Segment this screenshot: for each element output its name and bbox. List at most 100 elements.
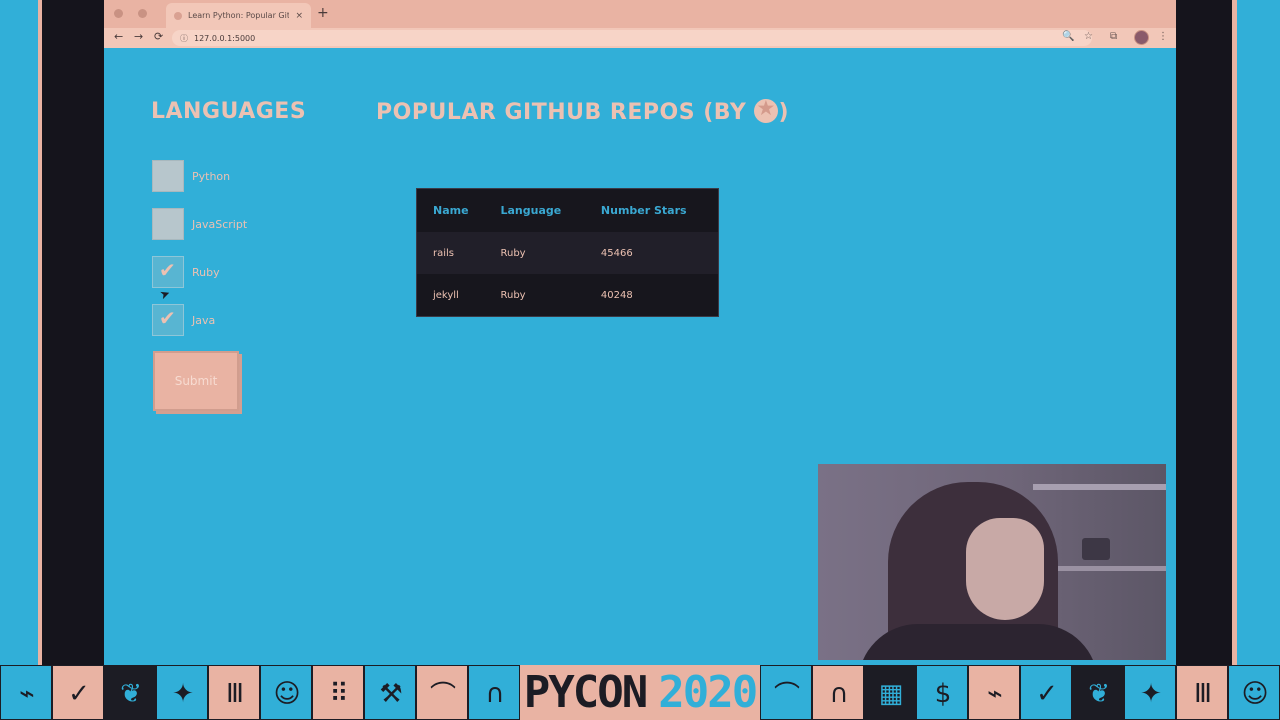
robot-icon: ☺ [273, 678, 301, 709]
logo-year-text: 2020 [658, 667, 758, 718]
banner-tile: ⚒ [364, 665, 416, 720]
favicon-icon [174, 11, 182, 20]
window-icon: ▦ [878, 678, 904, 709]
window-minimize-dot[interactable] [138, 9, 147, 18]
leaf-icon: ❦ [1088, 678, 1110, 709]
browser-menu-icon[interactable]: ⋮ [1158, 31, 1168, 42]
webcam-shelf-lower [1058, 566, 1166, 571]
python-label: Python [192, 169, 231, 183]
repo-language-cell: Ruby [500, 247, 526, 259]
left-frame [0, 0, 104, 665]
star-emoji-icon [754, 96, 779, 123]
repo-stars-cell: 40248 [600, 289, 633, 301]
profile-avatar[interactable] [1134, 30, 1149, 45]
browser-tab[interactable]: Learn Python: Popular GitHub × [166, 3, 311, 28]
check-icon: ✓ [1036, 678, 1058, 709]
submit-button[interactable]: Submit [153, 351, 239, 411]
check-icon: ✓ [68, 678, 90, 709]
repos-table: Name Language Number Stars rails Ruby 45… [416, 188, 719, 317]
table-row: rails Ruby 45466 [417, 232, 718, 274]
javascript-label: JavaScript [192, 217, 248, 231]
extension-icon[interactable]: ⧉ [1110, 31, 1117, 42]
table-header-row: Name Language Number Stars [417, 189, 718, 232]
speaker-face [966, 518, 1044, 620]
leaf-icon: ❦ [120, 678, 142, 709]
banner-tile: ▦ [864, 665, 916, 720]
back-button[interactable]: ← [114, 30, 123, 43]
ruby-label: Ruby [192, 265, 220, 279]
python-checkbox[interactable] [152, 160, 184, 192]
arches-icon: Ⅲ [1194, 678, 1212, 709]
banner-tile: ✦ [156, 665, 208, 720]
address-bar[interactable]: ⓘ 127.0.0.1:5000 [172, 30, 1092, 46]
banner-tile: ⌒ [416, 665, 468, 720]
banner-tile: ∩ [468, 665, 520, 720]
forward-button[interactable]: → [134, 30, 143, 43]
language-option-python[interactable]: Python [152, 160, 230, 192]
wave-icon: ∩ [829, 678, 849, 709]
logo-pycon-text: PYCON [523, 667, 648, 718]
terminal-icon: $ [934, 678, 952, 709]
wave-icon: ∩ [485, 678, 505, 709]
repo-language-cell: Ruby [500, 289, 526, 301]
column-header-stars: Number Stars [600, 204, 687, 217]
reload-button[interactable]: ⟳ [154, 30, 163, 43]
speaker-shirt [858, 624, 1098, 660]
banner-tile: ⌒ [760, 665, 812, 720]
snake-icon: ⌁ [987, 678, 1003, 709]
repos-heading-close: ) [778, 100, 789, 125]
table-row: jekyll Ruby 40248 [417, 274, 718, 316]
banner-tile: ✓ [1020, 665, 1072, 720]
browser-toolbar: ← → ⟳ ⓘ 127.0.0.1:5000 🔍 ☆ ⧉ ⋮ [104, 28, 1176, 48]
tab-title: Learn Python: Popular GitHub [188, 11, 290, 20]
banner-tile: ⌁ [0, 665, 52, 720]
banner-tile: ☺ [260, 665, 312, 720]
banner-tile: ☺ [1228, 665, 1280, 720]
repos-heading-text: POPULAR GITHUB REPOS (BY [376, 100, 747, 125]
dots-grid-icon: ⠿ [329, 678, 349, 709]
pycon-banner: ⌁ ✓ ❦ ✦ Ⅲ ☺ ⠿ ⚒ ⌒ ∩ PYCON 2020 ⌒ ∩ ▦ $ ⌁… [0, 665, 1280, 720]
right-frame [1176, 0, 1280, 665]
bookmark-star-icon[interactable]: ☆ [1084, 31, 1093, 42]
banner-tile: ✓ [52, 665, 104, 720]
repo-name-cell: rails [433, 247, 455, 259]
zoom-icon[interactable]: 🔍 [1062, 31, 1074, 42]
banner-tile: ❦ [1072, 665, 1124, 720]
right-frame-dark-panel [1176, 0, 1232, 665]
java-label: Java [192, 313, 216, 327]
diamond-icon: ✦ [1140, 678, 1162, 709]
snake-icon: ⌁ [19, 678, 35, 709]
tab-bar: Learn Python: Popular GitHub × + [104, 0, 1176, 28]
webcam-shelf [1033, 484, 1166, 490]
banner-tile: ⠿ [312, 665, 364, 720]
tab-close-icon[interactable]: × [295, 11, 303, 21]
wrench-icon: ⚒ [379, 678, 403, 709]
speaker-webcam-overlay [818, 464, 1166, 660]
column-header-name: Name [433, 204, 469, 217]
language-option-javascript[interactable]: JavaScript [152, 208, 247, 240]
javascript-checkbox[interactable] [152, 208, 184, 240]
java-checkbox[interactable] [152, 304, 184, 336]
banner-tile: Ⅲ [1176, 665, 1228, 720]
site-info-icon[interactable]: ⓘ [180, 33, 188, 44]
ruby-checkbox[interactable] [152, 256, 184, 288]
banner-tile: Ⅲ [208, 665, 260, 720]
language-option-java[interactable]: Java [152, 304, 215, 336]
new-tab-button[interactable]: + [317, 5, 329, 21]
address-url[interactable]: 127.0.0.1:5000 [194, 34, 255, 43]
language-option-ruby[interactable]: Ruby [152, 256, 220, 288]
window-close-dot[interactable] [114, 9, 123, 18]
webcam-shelf-object [1082, 538, 1110, 560]
banner-tile: ❦ [104, 665, 156, 720]
left-frame-dark-panel [42, 0, 104, 665]
banner-tile: ✦ [1124, 665, 1176, 720]
repo-name-cell: jekyll [433, 289, 459, 301]
bridge-icon: ⌒ [429, 681, 456, 711]
banner-tile: ∩ [812, 665, 864, 720]
arches-icon: Ⅲ [226, 678, 244, 709]
column-header-language: Language [500, 204, 562, 217]
bridge-icon: ⌒ [773, 681, 800, 711]
languages-heading: LANGUAGES [151, 99, 307, 124]
repos-heading: POPULAR GITHUB REPOS (BY ) [376, 96, 789, 125]
pycon-2020-logo: PYCON 2020 [520, 665, 760, 720]
